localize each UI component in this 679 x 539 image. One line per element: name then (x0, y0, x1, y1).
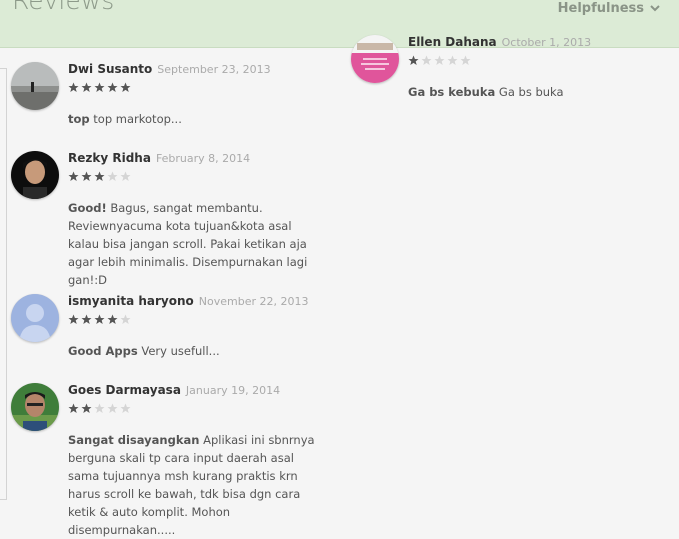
avatar[interactable] (11, 62, 59, 110)
review-date: October 1, 2013 (501, 36, 592, 49)
review-date: February 8, 2014 (155, 152, 251, 165)
review-body: top markotop... (93, 112, 182, 126)
star-rating (68, 314, 316, 326)
review-title: Sangat disayangkan (68, 433, 200, 447)
star-icon (120, 314, 131, 324)
star-icon (107, 403, 118, 413)
avatar[interactable] (11, 151, 59, 199)
star-rating (68, 171, 316, 183)
star-icon (81, 314, 92, 324)
star-rating (408, 55, 656, 67)
star-icon (408, 55, 419, 65)
star-icon (421, 55, 432, 65)
review-title: Ga bs kebuka (408, 85, 496, 99)
star-icon (68, 171, 79, 181)
star-icon (68, 314, 79, 324)
star-icon (94, 82, 105, 92)
star-icon (81, 403, 92, 413)
review-author[interactable]: Rezky Ridha (68, 151, 151, 165)
star-icon (94, 171, 105, 181)
column-divider (0, 68, 7, 500)
review-body: Aplikasi ini sbnrnya berguna skali tp ca… (68, 433, 315, 537)
star-icon (120, 82, 131, 92)
review-date: September 23, 2013 (157, 63, 271, 76)
avatar[interactable] (11, 383, 59, 431)
review-text: Good Apps Very usefull... (68, 342, 316, 360)
review-text: top top markotop... (68, 110, 316, 128)
star-icon (94, 314, 105, 324)
review-text: Sangat disayangkan Aplikasi ini sbnrnya … (68, 431, 316, 539)
avatar[interactable] (11, 294, 59, 342)
star-icon (434, 55, 445, 65)
review-author[interactable]: Ellen Dahana (408, 35, 497, 49)
star-icon (120, 403, 131, 413)
star-icon (107, 314, 118, 324)
star-rating (68, 82, 316, 94)
star-icon (94, 403, 105, 413)
review-item: Rezky Ridha February 8, 2014 Good! Bagus… (11, 151, 316, 289)
star-icon (107, 82, 118, 92)
star-icon (120, 171, 131, 181)
sort-label: Helpfulness (557, 0, 644, 16)
review-item: Goes Darmayasa January 19, 2014 Sangat d… (11, 383, 316, 539)
star-icon (107, 171, 118, 181)
review-item: Dwi Susanto September 23, 2013 top top m… (11, 62, 316, 128)
review-item: ismyanita haryono November 22, 2013 Good… (11, 294, 316, 360)
review-author[interactable]: Dwi Susanto (68, 62, 152, 76)
sort-dropdown[interactable]: Helpfulness (558, 0, 661, 16)
review-date: January 19, 2014 (185, 384, 281, 397)
star-icon (81, 171, 92, 181)
star-rating (68, 403, 316, 415)
review-text: Good! Bagus, sangat membantu. Reviewnyac… (68, 199, 316, 289)
review-body: Very usefull... (141, 344, 220, 358)
avatar[interactable] (351, 35, 399, 83)
review-date: November 22, 2013 (198, 295, 309, 308)
star-icon (460, 55, 471, 65)
review-body: Ga bs buka (498, 85, 564, 99)
star-icon (68, 82, 79, 92)
star-icon (68, 403, 79, 413)
chevron-down-icon (650, 5, 660, 12)
review-title: top (68, 112, 90, 126)
review-author[interactable]: ismyanita haryono (68, 294, 194, 308)
star-icon (447, 55, 458, 65)
star-icon (81, 82, 92, 92)
review-title: Good Apps (68, 344, 138, 358)
review-title: Good! (68, 201, 107, 215)
review-author[interactable]: Goes Darmayasa (68, 383, 181, 397)
page-title: Reviews (12, 0, 115, 15)
review-text: Ga bs kebuka Ga bs buka (408, 83, 656, 101)
review-item: Ellen Dahana October 1, 2013 Ga bs kebuk… (351, 35, 656, 101)
